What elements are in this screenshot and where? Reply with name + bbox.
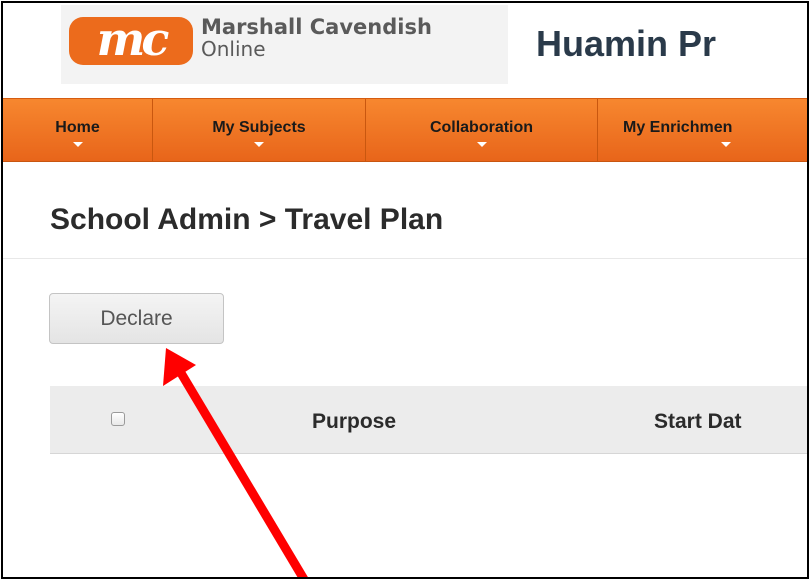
nav-item-label: Collaboration: [429, 119, 534, 136]
logo-line-1: Marshall Cavendish: [201, 15, 432, 39]
nav-item-my-subjects[interactable]: My Subjects: [153, 99, 366, 161]
divider: [3, 258, 807, 259]
select-all-checkbox[interactable]: [111, 412, 125, 426]
declare-button[interactable]: Declare: [49, 293, 224, 344]
caret-down-icon: [254, 142, 264, 147]
caret-down-icon: [721, 142, 731, 147]
table-header: Purpose Start Dat: [50, 386, 807, 454]
logo-wordmark: Marshall Cavendish Online: [201, 16, 432, 60]
nav-item-my-enrichment[interactable]: My Enrichmen: [598, 99, 807, 161]
page-title: School Admin > Travel Plan: [50, 203, 444, 236]
site-title: Huamin Pr: [536, 23, 717, 64]
caret-down-icon: [72, 142, 83, 147]
nav-item-home[interactable]: Home: [3, 99, 153, 161]
logo-line-2: Online: [201, 37, 266, 61]
caret-down-icon: [476, 142, 487, 147]
site-logo[interactable]: mc Marshall Cavendish Online: [61, 5, 508, 84]
logo-badge-text: mc: [96, 12, 170, 66]
logo-badge: mc: [69, 12, 193, 66]
nav-item-label: My Enrichmen: [623, 119, 733, 136]
site-header: mc Marshall Cavendish Online Huamin Pr: [3, 3, 807, 98]
screenshot-frame: mc Marshall Cavendish Online Huamin Pr H…: [1, 1, 809, 579]
nav-item-label: My Subjects: [212, 119, 306, 136]
column-header-start-date[interactable]: Start Dat: [654, 410, 742, 434]
arrow-head-icon: [163, 348, 196, 386]
nav-item-collaboration[interactable]: Collaboration: [366, 99, 598, 161]
column-header-purpose[interactable]: Purpose: [312, 410, 396, 434]
nav-item-label: Home: [55, 119, 100, 136]
main-nav: Home My Subjects Collaboration My Enrich…: [3, 98, 807, 162]
